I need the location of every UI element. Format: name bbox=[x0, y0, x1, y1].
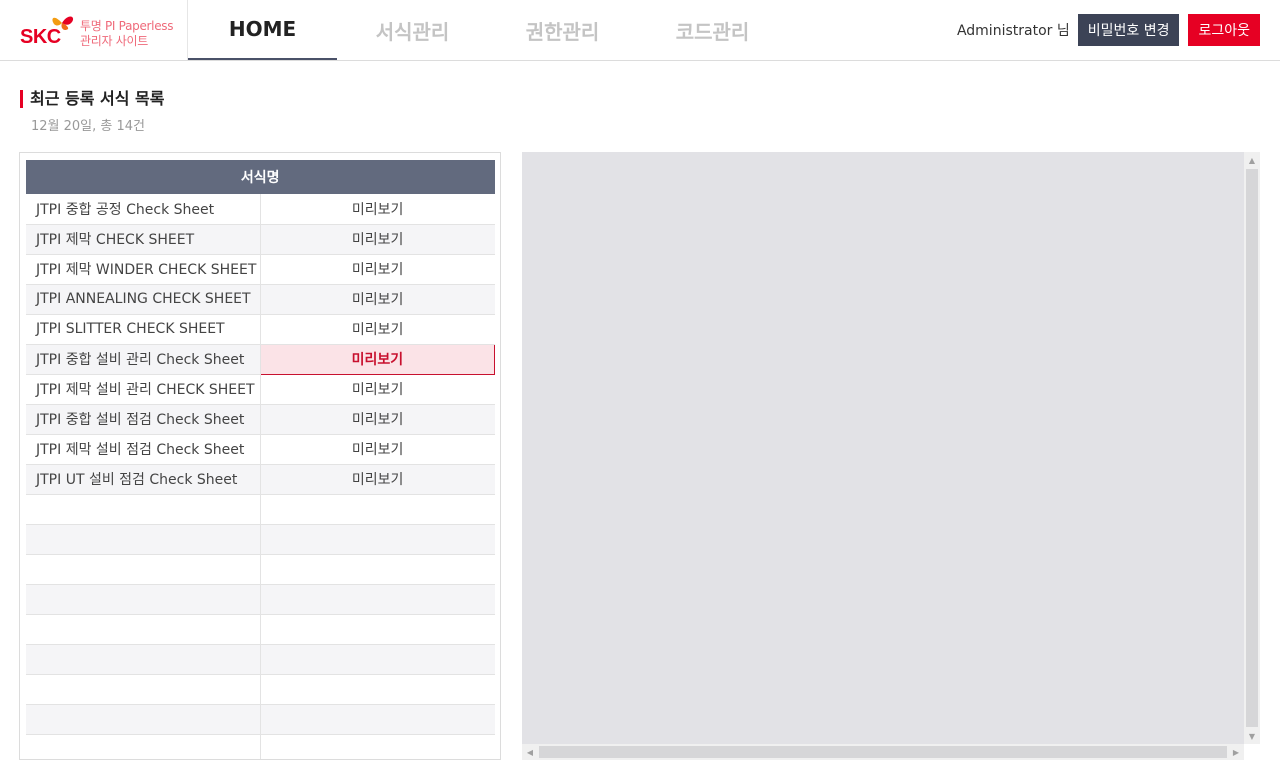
page-title: 최근 등록 서식 목록 bbox=[20, 90, 164, 108]
form-name-cell: JTPI 중합 설비 점검 Check Sheet bbox=[26, 404, 261, 435]
form-name-cell: JTPI 제막 CHECK SHEET bbox=[26, 224, 261, 255]
empty-table-row bbox=[26, 674, 495, 705]
empty-cell bbox=[260, 614, 495, 645]
preview-button[interactable]: 미리보기 bbox=[260, 434, 495, 465]
scroll-corner bbox=[1244, 744, 1260, 760]
preview-button[interactable]: 미리보기 bbox=[260, 314, 495, 345]
preview-button[interactable]: 미리보기 bbox=[259, 343, 496, 375]
horizontal-scroll-thumb[interactable] bbox=[539, 746, 1227, 758]
table-body: JTPI 중합 공정 Check Sheet 미리보기 JTPI 제막 CHECK … bbox=[26, 194, 496, 759]
empty-cell bbox=[260, 734, 495, 759]
empty-cell bbox=[260, 644, 495, 675]
empty-cell bbox=[260, 494, 495, 525]
logo-subtitle-2: 관리자 사이트 bbox=[80, 34, 148, 48]
empty-cell bbox=[26, 494, 261, 525]
empty-cell bbox=[260, 674, 495, 705]
empty-table-row bbox=[26, 584, 495, 615]
vertical-scrollbar[interactable]: ▲ ▼ bbox=[1244, 152, 1260, 744]
empty-cell bbox=[26, 674, 261, 705]
empty-cell bbox=[26, 524, 261, 555]
empty-cell bbox=[26, 644, 261, 675]
page-subtitle: 12월 20일, 총 14건 bbox=[31, 119, 145, 134]
empty-cell bbox=[260, 704, 495, 735]
empty-cell bbox=[260, 554, 495, 585]
tab-permission-management[interactable]: 권한관리 bbox=[488, 0, 637, 60]
preview-button[interactable]: 미리보기 bbox=[260, 464, 495, 495]
user-area: Administrator 님 비밀번호 변경 로그아웃 bbox=[957, 14, 1260, 46]
preview-button[interactable]: 미리보기 bbox=[260, 224, 495, 255]
recent-forms-table: 서식명 JTPI 중합 공정 Check Sheet 미리보기 JTPI 제막 CH… bbox=[26, 160, 496, 759]
recent-forms-panel: 서식명 JTPI 중합 공정 Check Sheet 미리보기 JTPI 제막 CH… bbox=[19, 152, 501, 760]
tab-form-management[interactable]: 서식관리 bbox=[338, 0, 487, 60]
table-row[interactable]: JTPI ANNEALING CHECK SHEET 미리보기 bbox=[26, 284, 495, 315]
empty-cell bbox=[26, 614, 261, 645]
table-row[interactable]: JTPI 제막 설비 관리 CHECK SHEET 미리보기 bbox=[26, 374, 495, 405]
form-preview-panel[interactable]: ▲ ▼ ◀ ▶ bbox=[522, 152, 1260, 760]
empty-cell bbox=[26, 704, 261, 735]
table-row[interactable]: JTPI UT 설비 점검 Check Sheet 미리보기 bbox=[26, 464, 495, 495]
scroll-down-icon[interactable]: ▼ bbox=[1244, 728, 1260, 744]
empty-table-row bbox=[26, 554, 495, 585]
top-header: SKC 투명 PI Paperless 관리자 사이트 HOME 서식관리 권한… bbox=[0, 0, 1280, 61]
horizontal-scrollbar[interactable]: ◀ ▶ bbox=[522, 744, 1244, 760]
table-row[interactable]: JTPI 중합 설비 관리 Check Sheet 미리보기 bbox=[26, 343, 496, 375]
empty-cell bbox=[26, 554, 261, 585]
form-name-cell: JTPI SLITTER CHECK SHEET bbox=[26, 314, 261, 345]
table-row[interactable]: JTPI 중합 설비 점검 Check Sheet 미리보기 bbox=[26, 404, 495, 435]
form-name-cell: JTPI UT 설비 점검 Check Sheet bbox=[26, 464, 261, 495]
user-name: Administrator 님 bbox=[956, 23, 1070, 39]
form-name-cell: JTPI 제막 설비 관리 CHECK SHEET bbox=[26, 374, 261, 405]
tab-code-management[interactable]: 코드관리 bbox=[638, 0, 787, 60]
table-row[interactable]: JTPI 제막 CHECK SHEET 미리보기 bbox=[26, 224, 495, 255]
form-name-cell: JTPI 중합 공정 Check Sheet bbox=[26, 194, 261, 225]
empty-cell bbox=[260, 524, 495, 555]
form-name-cell: JTPI 제막 WINDER CHECK SHEET bbox=[26, 254, 261, 285]
vertical-scroll-thumb[interactable] bbox=[1246, 169, 1258, 727]
empty-cell bbox=[260, 584, 495, 615]
logout-button[interactable]: 로그아웃 bbox=[1188, 14, 1260, 46]
scroll-up-icon[interactable]: ▲ bbox=[1244, 152, 1260, 168]
empty-cell bbox=[26, 734, 261, 759]
change-password-button[interactable]: 비밀번호 변경 bbox=[1077, 14, 1180, 46]
empty-table-row bbox=[26, 734, 495, 759]
column-header-form-name: 서식명 bbox=[26, 160, 495, 194]
form-name-cell: JTPI 중합 설비 관리 Check Sheet bbox=[26, 344, 261, 375]
preview-button[interactable]: 미리보기 bbox=[260, 254, 495, 285]
preview-button[interactable]: 미리보기 bbox=[260, 284, 495, 315]
scroll-left-icon[interactable]: ◀ bbox=[522, 744, 538, 760]
table-row[interactable]: JTPI 제막 설비 점검 Check Sheet 미리보기 bbox=[26, 434, 495, 465]
empty-table-row bbox=[26, 704, 495, 735]
logo-brand: SKC bbox=[20, 26, 61, 48]
table-row[interactable]: JTPI 중합 공정 Check Sheet 미리보기 bbox=[26, 194, 495, 225]
scroll-right-icon[interactable]: ▶ bbox=[1228, 744, 1244, 760]
site-logo[interactable]: SKC 투명 PI Paperless 관리자 사이트 bbox=[18, 12, 178, 52]
empty-cell bbox=[26, 584, 261, 615]
empty-table-row bbox=[26, 644, 495, 675]
form-name-cell: JTPI 제막 설비 점검 Check Sheet bbox=[26, 434, 261, 465]
preview-button[interactable]: 미리보기 bbox=[260, 194, 495, 225]
table-row[interactable]: JTPI 제막 WINDER CHECK SHEET 미리보기 bbox=[26, 254, 495, 285]
table-header-row: 서식명 bbox=[26, 160, 495, 194]
form-name-cell: JTPI ANNEALING CHECK SHEET bbox=[26, 284, 261, 315]
empty-table-row bbox=[26, 494, 495, 525]
tab-home[interactable]: HOME bbox=[188, 0, 337, 60]
empty-table-row bbox=[26, 614, 495, 645]
preview-button[interactable]: 미리보기 bbox=[260, 404, 495, 435]
preview-button[interactable]: 미리보기 bbox=[260, 374, 495, 405]
empty-table-row bbox=[26, 524, 495, 555]
table-row[interactable]: JTPI SLITTER CHECK SHEET 미리보기 bbox=[26, 314, 495, 345]
